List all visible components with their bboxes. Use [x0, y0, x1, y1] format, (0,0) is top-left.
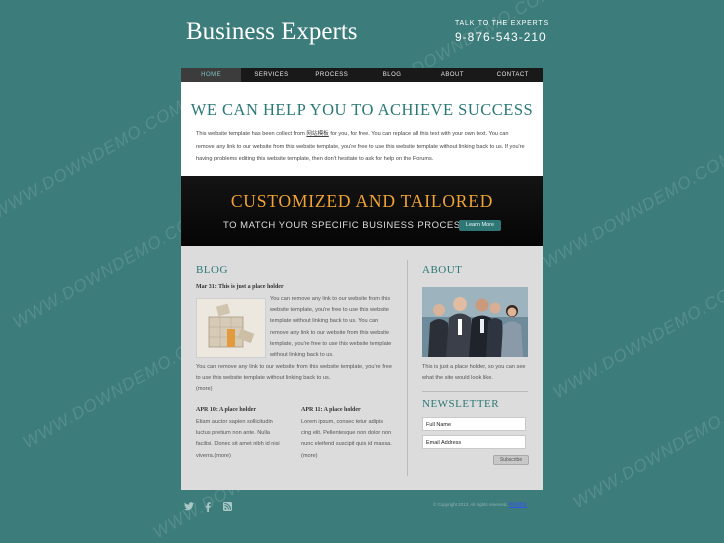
blog-more-link[interactable]: (more) — [301, 453, 317, 459]
intro-text: This website template has been collect f… — [196, 128, 528, 166]
copyright-text: © Copyright 2013. All rights reserved. — [433, 502, 508, 507]
full-name-input[interactable]: Full Name — [422, 417, 526, 431]
watermark: WWW.DOWNDEMO.COM — [569, 386, 724, 513]
phone-number: 9-876-543-210 — [455, 30, 547, 44]
facebook-icon[interactable] — [205, 502, 211, 514]
banner-subtitle: TO MATCH YOUR SPECIFIC BUSINESS PROCESS — [223, 220, 468, 231]
blog-post-title[interactable]: APR 10: A place holder — [196, 407, 256, 413]
intro-link[interactable]: 网站模板 — [306, 131, 328, 137]
blog-post-text-bottom: You can remove any link to our website f… — [196, 364, 392, 382]
nav-item-blog[interactable]: BLOG — [362, 68, 422, 82]
column-divider — [407, 260, 408, 476]
blog-more-link[interactable]: (more) — [214, 453, 230, 459]
main-nav: HOME SERVICES PROCESS BLOG ABOUT CONTACT — [181, 68, 543, 82]
blog-more-link[interactable]: (more) — [196, 384, 212, 395]
content-area: BLOG Mar 31: This is just a place holder… — [181, 246, 543, 490]
blog-post-title[interactable]: APR 11: A place holder — [301, 407, 361, 413]
nav-item-contact[interactable]: CONTACT — [483, 68, 543, 82]
nav-item-home[interactable]: HOME — [181, 68, 242, 82]
newsletter-title: NEWSLETTER — [422, 398, 500, 410]
nav-item-process[interactable]: PROCESS — [302, 68, 362, 82]
about-title: ABOUT — [422, 264, 463, 276]
learn-more-button[interactable]: Learn More — [459, 220, 501, 231]
twitter-icon[interactable] — [184, 502, 194, 513]
site-logo[interactable]: Business Experts — [186, 18, 358, 46]
subscribe-button[interactable]: Subscribe — [493, 455, 529, 465]
watermark: WWW.DOWNDEMO.COM — [539, 146, 724, 273]
rss-icon[interactable] — [223, 502, 232, 513]
intro-section: WE CAN HELP YOU TO ACHIEVE SUCCESS This … — [181, 82, 543, 176]
blog-post-text-part: Lorem ipsum, consec tetur adipis cing el… — [301, 419, 392, 448]
blog-post-text-part: Etiam auctor sapien sollicitudin luctus … — [196, 419, 280, 459]
copyright-link[interactable]: 网站模板 — [509, 502, 527, 507]
watermark: WWW.DOWNDEMO.COM — [549, 276, 724, 403]
watermark: WWW.DOWNDEMO.COM — [0, 96, 188, 223]
nav-item-services[interactable]: SERVICES — [241, 68, 301, 82]
blog-post-title[interactable]: Mar 31: This is just a place holder — [196, 284, 284, 290]
about-team-photo — [422, 287, 528, 357]
hero-banner: CUSTOMIZED AND TAILORED TO MATCH YOUR SP… — [181, 176, 543, 246]
blog-post-text: Etiam auctor sapien sollicitudin luctus … — [196, 417, 288, 462]
copyright: © Copyright 2013. All rights reserved. 网… — [433, 502, 527, 508]
watermark: WWW.DOWNDEMO.COM — [9, 206, 208, 333]
talk-label: TALK TO THE EXPERTS — [455, 20, 549, 27]
nav-item-about[interactable]: ABOUT — [422, 68, 482, 82]
blog-title: BLOG — [196, 264, 228, 276]
about-text: This is just a place holder, so you can … — [422, 364, 526, 382]
blog-post-text: Lorem ipsum, consec tetur adipis cing el… — [301, 417, 393, 462]
blog-post-text: You can remove any link to our website f… — [270, 296, 392, 359]
intro-title: WE CAN HELP YOU TO ACHIEVE SUCCESS — [190, 100, 534, 119]
blog-post-image — [196, 298, 266, 358]
email-input[interactable]: Email Address — [422, 435, 526, 449]
intro-text-part: This website template has been collect f… — [196, 131, 307, 137]
section-divider — [422, 391, 528, 392]
banner-title: CUSTOMIZED AND TAILORED — [230, 191, 494, 211]
